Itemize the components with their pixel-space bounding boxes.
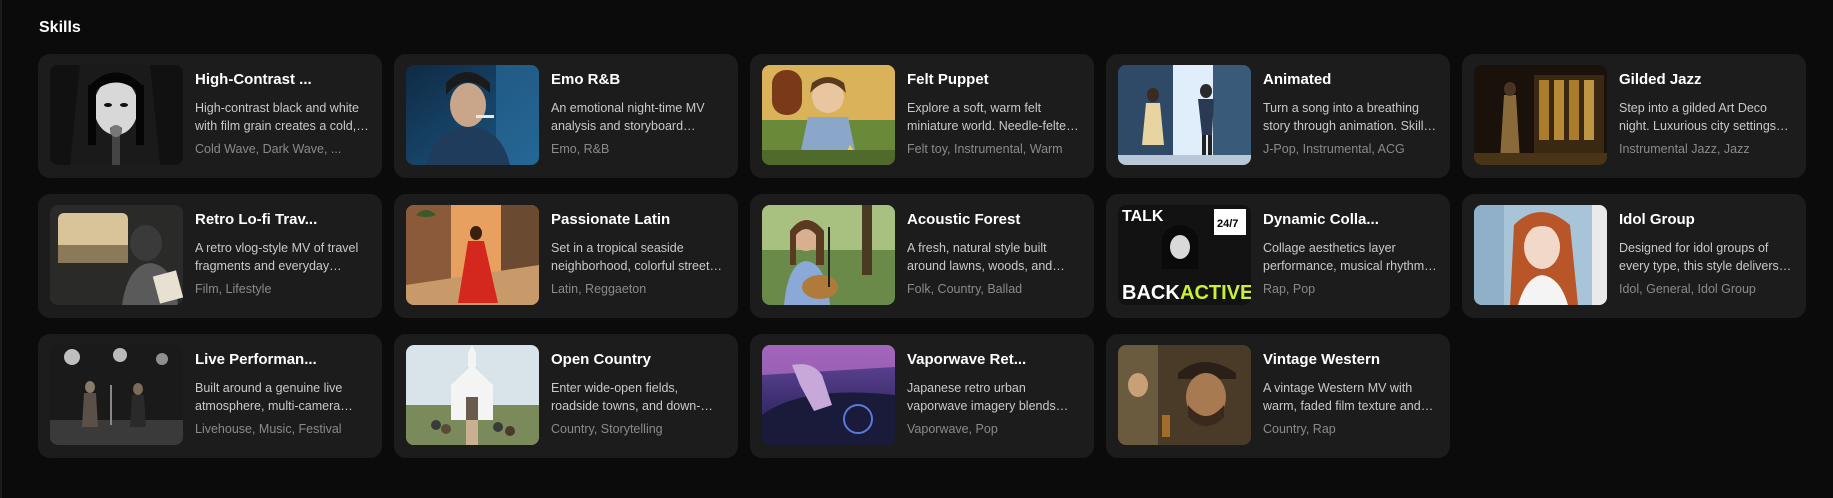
- svg-text:BACK: BACK: [1122, 282, 1180, 304]
- skill-thumbnail: [762, 205, 895, 305]
- skill-card[interactable]: Retro Lo-fi Trav... A retro vlog-style M…: [38, 194, 382, 318]
- skill-tags: Emo, R&B: [551, 142, 610, 156]
- skill-tags: Country, Rap: [1263, 422, 1336, 436]
- skill-description: Set in a tropical seaside neighborhood, …: [551, 241, 716, 273]
- skill-description: A vintage Western MV with warm, faded fi…: [1263, 381, 1421, 413]
- skill-title: Passionate Latin: [551, 211, 671, 228]
- skill-card[interactable]: Passionate Latin Set in a tropical seasi…: [394, 194, 738, 318]
- skill-title: Open Country: [551, 351, 651, 368]
- skill-title: Retro Lo-fi Trav...: [195, 211, 318, 228]
- skill-title: Vintage Western: [1263, 351, 1380, 368]
- skill-description: An emotional night-time MV analysis and …: [551, 101, 705, 133]
- skill-thumbnail: [1474, 65, 1607, 165]
- skill-tags: Rap, Pop: [1263, 282, 1316, 296]
- skill-tags: Livehouse, Music, Festival: [195, 422, 342, 436]
- svg-text:ACTIVE: ACTIVE: [1180, 282, 1251, 304]
- skill-thumbnail: [1118, 345, 1251, 445]
- skill-thumbnail: TALK 24/7 BACK ACTIVE: [1118, 205, 1251, 305]
- skill-thumbnail: [50, 345, 183, 445]
- skill-tags: Latin, Reggaeton: [551, 282, 647, 296]
- skill-card[interactable]: Open Country Enter wide-open fields, roa…: [394, 334, 738, 458]
- skill-card[interactable]: Vintage Western A vintage Western MV wit…: [1106, 334, 1450, 458]
- skill-thumbnail: [762, 65, 895, 165]
- skill-description: Turn a song into a breathing story throu…: [1263, 101, 1424, 133]
- skill-title: Dynamic Colla...: [1263, 211, 1379, 228]
- skill-card[interactable]: High-Contrast ... High-contrast black an…: [38, 54, 382, 178]
- skill-card[interactable]: Emo R&B An emotional night-time MV analy…: [394, 54, 738, 178]
- skill-tags: Cold Wave, Dark Wave, ...: [195, 142, 342, 156]
- skill-title: High-Contrast ...: [195, 71, 312, 88]
- skill-description: A fresh, natural style built around lawn…: [907, 241, 1053, 273]
- skill-title: Emo R&B: [551, 71, 621, 88]
- skill-card[interactable]: Gilded Jazz Step into a gilded Art Deco …: [1462, 54, 1806, 178]
- skill-description: Designed for idol groups of every type, …: [1619, 241, 1779, 273]
- skill-title: Felt Puppet: [907, 71, 989, 88]
- skill-tags: Folk, Country, Ballad: [907, 282, 1023, 296]
- skill-description: Explore a soft, warm felt miniature worl…: [907, 101, 1074, 133]
- skill-tags: Film, Lifestyle: [195, 282, 272, 296]
- skill-title: Acoustic Forest: [907, 211, 1021, 228]
- skill-thumbnail: [406, 345, 539, 445]
- skill-card[interactable]: Live Performan... Built around a genuine…: [38, 334, 382, 458]
- skill-description: High-contrast black and white with film …: [195, 101, 359, 133]
- skill-thumbnail: [1474, 205, 1607, 305]
- skill-card[interactable]: Idol Group Designed for idol groups of e…: [1462, 194, 1806, 318]
- svg-text:24/7: 24/7: [1217, 218, 1238, 230]
- skill-tags: Vaporwave, Pop: [907, 422, 998, 436]
- skill-thumbnail: [406, 205, 539, 305]
- skill-card[interactable]: Animated Turn a song into a breathing st…: [1106, 54, 1450, 178]
- skill-description: Step into a gilded Art Deco night. Luxur…: [1619, 101, 1777, 133]
- skill-thumbnail: [50, 65, 183, 165]
- skill-tags: Idol, General, Idol Group: [1619, 282, 1756, 296]
- skill-description: Enter wide-open fields, roadside towns, …: [551, 381, 701, 413]
- skill-title: Animated: [1263, 71, 1332, 88]
- skill-thumbnail: [762, 345, 895, 445]
- skill-description: A retro vlog-style MV of travel fragment…: [195, 241, 359, 273]
- skill-description: Collage aesthetics layer performance, mu…: [1263, 241, 1425, 273]
- skill-tags: J-Pop, Instrumental, ACG: [1263, 142, 1405, 156]
- skill-card[interactable]: Vaporwave Ret... Japanese retro urban va…: [750, 334, 1094, 458]
- skill-tags: Country, Storytelling: [551, 422, 663, 436]
- skill-title: Gilded Jazz: [1619, 71, 1702, 88]
- skill-card[interactable]: Felt Puppet Explore a soft, warm felt mi…: [750, 54, 1094, 178]
- svg-text:TALK: TALK: [1122, 208, 1164, 225]
- skill-thumbnail: [1118, 65, 1251, 165]
- skill-card[interactable]: TALK 24/7 BACK ACTIVE Dynamic Colla... C…: [1106, 194, 1450, 318]
- section-title: Skills: [39, 19, 81, 36]
- skill-tags: Instrumental Jazz, Jazz: [1619, 142, 1750, 156]
- skill-thumbnail: [406, 65, 539, 165]
- skills-grid: High-Contrast ... High-contrast black an…: [38, 54, 1806, 458]
- skill-title: Vaporwave Ret...: [907, 351, 1027, 368]
- skill-title: Idol Group: [1619, 211, 1695, 228]
- skill-title: Live Performan...: [195, 351, 317, 368]
- skill-description: Japanese retro urban vaporwave imagery b…: [907, 381, 1056, 413]
- skill-card[interactable]: Acoustic Forest A fresh, natural style b…: [750, 194, 1094, 318]
- skill-tags: Felt toy, Instrumental, Warm: [907, 142, 1063, 156]
- skills-page: Skills High-Contrast ... High-contrast b…: [0, 0, 1833, 498]
- skill-description: Built around a genuine live atmosphere, …: [195, 381, 343, 413]
- skill-thumbnail: [50, 205, 183, 305]
